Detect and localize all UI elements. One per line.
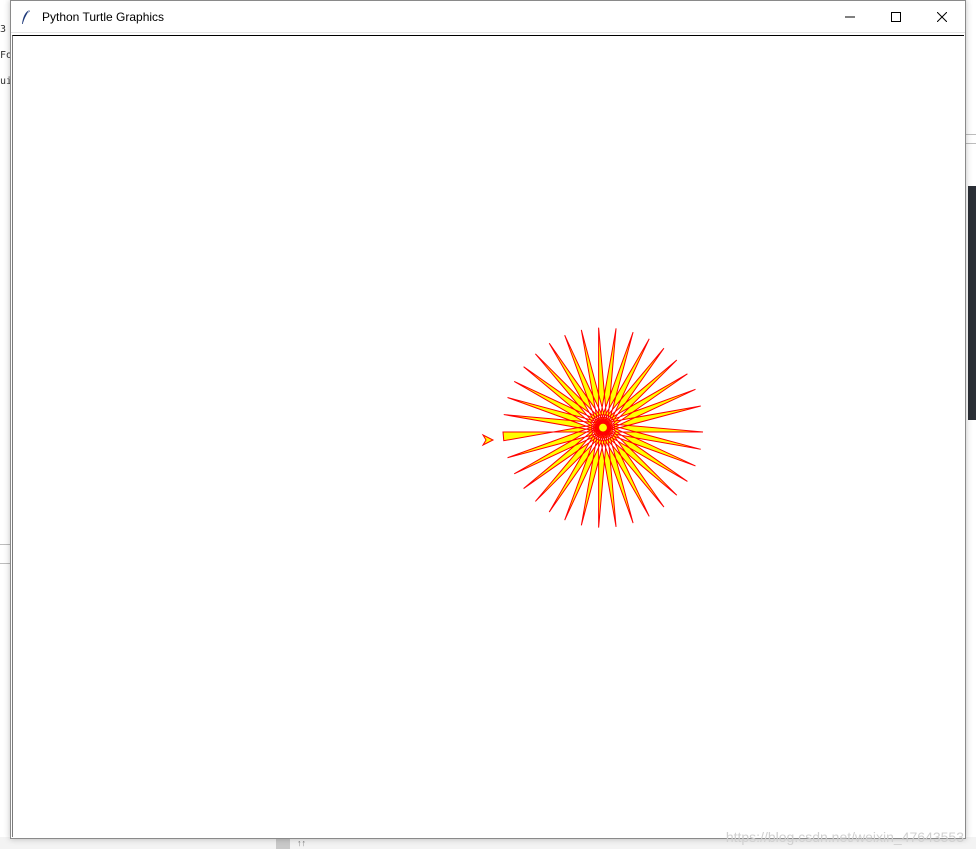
background-divider xyxy=(966,134,976,135)
background-dark-panel xyxy=(968,186,976,420)
drawing-surface xyxy=(481,327,704,528)
background-scroll-thumb xyxy=(276,839,290,849)
maximize-icon xyxy=(891,11,901,22)
maximize-button[interactable] xyxy=(873,1,919,32)
star-drawing xyxy=(502,327,704,528)
minimize-button[interactable] xyxy=(827,1,873,32)
window-controls xyxy=(827,1,965,32)
watermark: https://blog.csdn.net/weixin_47643553 xyxy=(725,829,964,845)
close-icon xyxy=(937,11,947,22)
close-button[interactable] xyxy=(919,1,965,32)
background-text-fragment: 3 xyxy=(0,24,7,35)
background-divider xyxy=(966,143,976,144)
background-text-fragment: Fo xyxy=(0,50,10,61)
feather-icon xyxy=(18,9,34,25)
turtle-canvas[interactable] xyxy=(12,35,964,837)
minimize-icon xyxy=(845,16,855,17)
window-title: Python Turtle Graphics xyxy=(42,9,165,24)
turtle-graphics-window: Python Turtle Graphics xyxy=(10,0,966,839)
background-right-window xyxy=(966,0,976,849)
background-text-fragment: ↑↑ xyxy=(297,838,306,848)
background-text-fragment: ui xyxy=(0,76,10,87)
title-bar[interactable]: Python Turtle Graphics xyxy=(11,1,965,33)
turtle-cursor xyxy=(481,433,495,447)
